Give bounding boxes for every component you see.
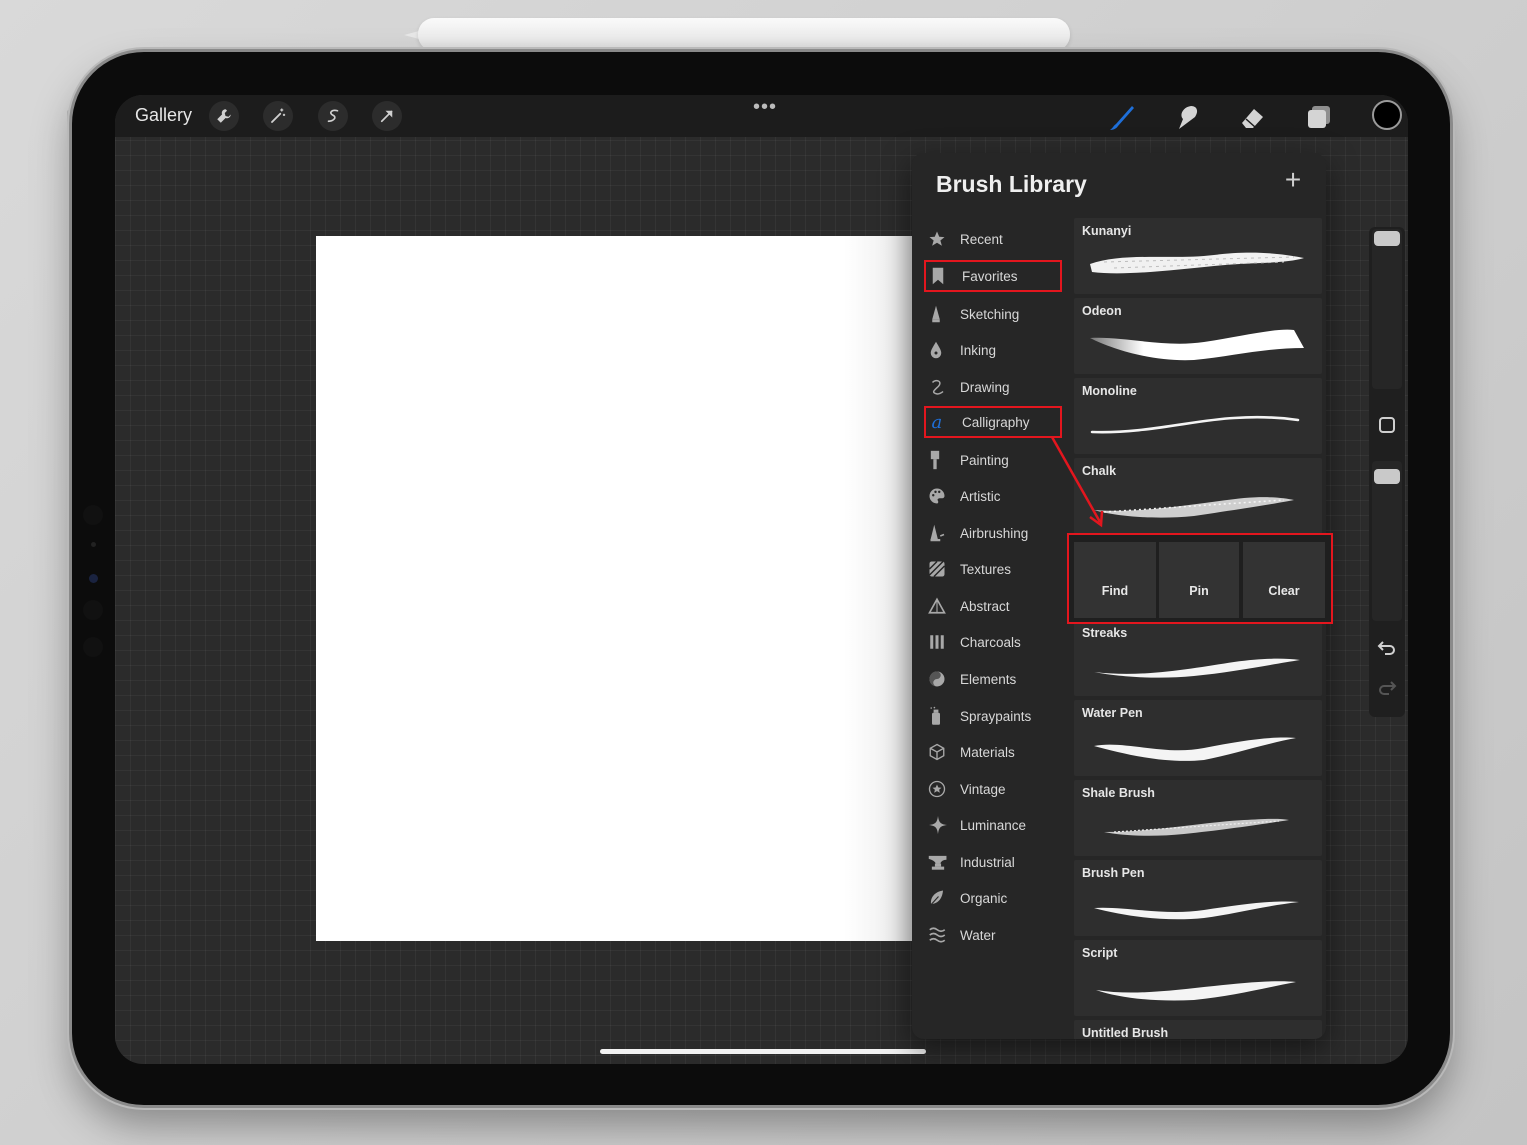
annotation-arrow <box>1050 436 1104 528</box>
